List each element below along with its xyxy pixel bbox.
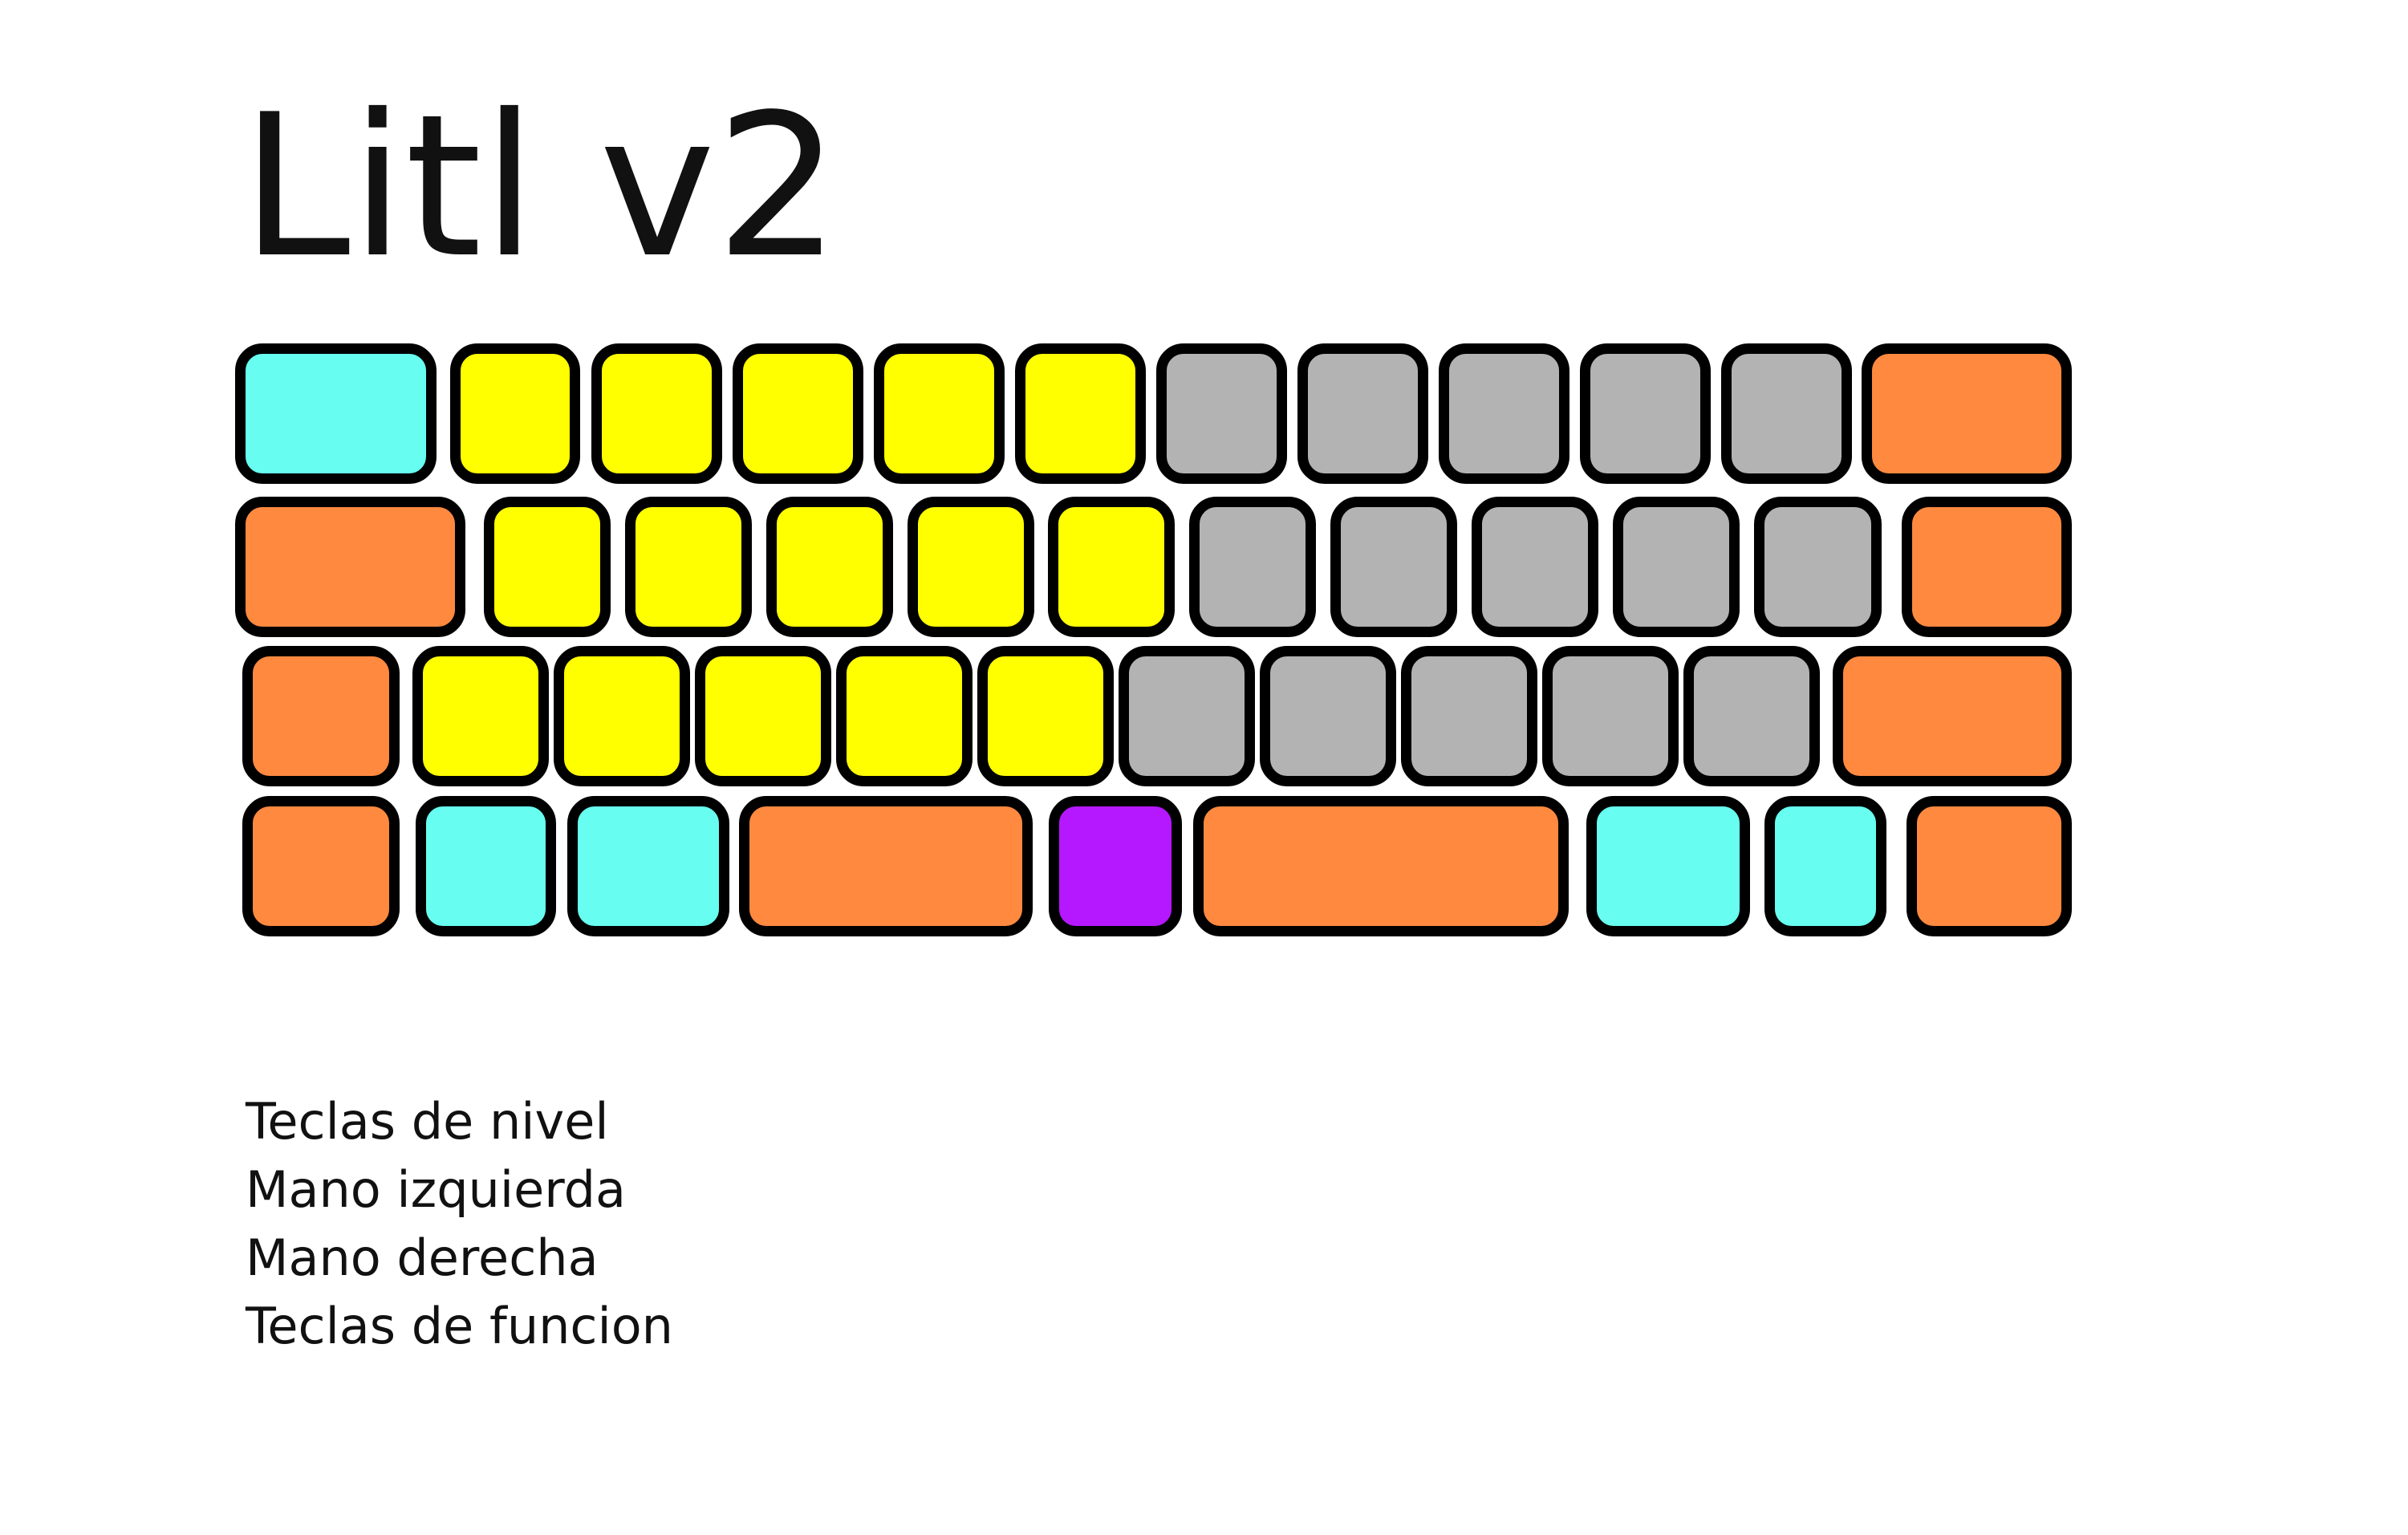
key-level-r4-2 — [416, 796, 556, 936]
key-left-hand-r2-4 — [766, 497, 893, 637]
key-left-hand-r1-3 — [591, 343, 722, 484]
key-left-hand-r2-3 — [625, 497, 752, 637]
key-right-hand-r1-10 — [1580, 343, 1711, 484]
legend: Teclas de nivel Mano izquierda Mano dere… — [246, 1087, 968, 1360]
legend-item-right-hand: Mano derecha — [246, 1228, 599, 1287]
key-function-r4-6 — [1193, 796, 1569, 936]
key-left-hand-r3-5 — [836, 646, 973, 786]
key-function-r4-4 — [739, 796, 1033, 936]
key-right-hand-r2-8 — [1330, 497, 1457, 637]
key-function-r1-12 — [1862, 343, 2072, 484]
key-left-hand-r1-5 — [874, 343, 1005, 484]
key-right-hand-r3-8 — [1260, 646, 1396, 786]
key-function-r2-12 — [1902, 497, 2072, 637]
key-level-r1-1 — [235, 343, 437, 484]
key-right-hand-r1-7 — [1156, 343, 1287, 484]
key-right-hand-r3-9 — [1401, 646, 1537, 786]
legend-item-function-keys: Teclas de funcion — [246, 1297, 673, 1355]
key-function-r4-9 — [1907, 796, 2072, 936]
key-level-r4-7 — [1586, 796, 1750, 936]
key-right-hand-r1-11 — [1721, 343, 1852, 484]
key-right-hand-r2-11 — [1754, 497, 1882, 637]
key-right-hand-r1-9 — [1439, 343, 1569, 484]
key-left-hand-r2-5 — [908, 497, 1034, 637]
key-left-hand-r3-2 — [412, 646, 549, 786]
key-level-r4-3 — [567, 796, 729, 936]
key-function-r3-1 — [242, 646, 400, 786]
key-right-hand-r2-7 — [1189, 497, 1316, 637]
key-function-r3-12 — [1833, 646, 2072, 786]
key-right-hand-r1-8 — [1297, 343, 1428, 484]
key-function-r2-1 — [235, 497, 465, 637]
key-function-r4-1 — [242, 796, 400, 936]
key-special-r4-5 — [1049, 796, 1182, 936]
key-left-hand-r2-2 — [484, 497, 611, 637]
key-left-hand-r1-6 — [1015, 343, 1146, 484]
key-level-r4-8 — [1764, 796, 1886, 936]
legend-item-level-keys: Teclas de nivel — [246, 1092, 609, 1151]
key-right-hand-r3-11 — [1683, 646, 1820, 786]
key-left-hand-r3-3 — [554, 646, 690, 786]
key-left-hand-r3-4 — [695, 646, 831, 786]
key-left-hand-r2-6 — [1048, 497, 1175, 637]
key-left-hand-r1-2 — [450, 343, 580, 484]
key-right-hand-r2-9 — [1472, 497, 1598, 637]
key-right-hand-r3-10 — [1542, 646, 1679, 786]
diagram-title: Litl v2 — [241, 72, 841, 301]
key-right-hand-r2-10 — [1613, 497, 1740, 637]
key-left-hand-r3-6 — [977, 646, 1114, 786]
key-right-hand-r3-7 — [1119, 646, 1255, 786]
legend-item-left-hand: Mano izquierda — [246, 1160, 626, 1219]
key-left-hand-r1-4 — [733, 343, 863, 484]
